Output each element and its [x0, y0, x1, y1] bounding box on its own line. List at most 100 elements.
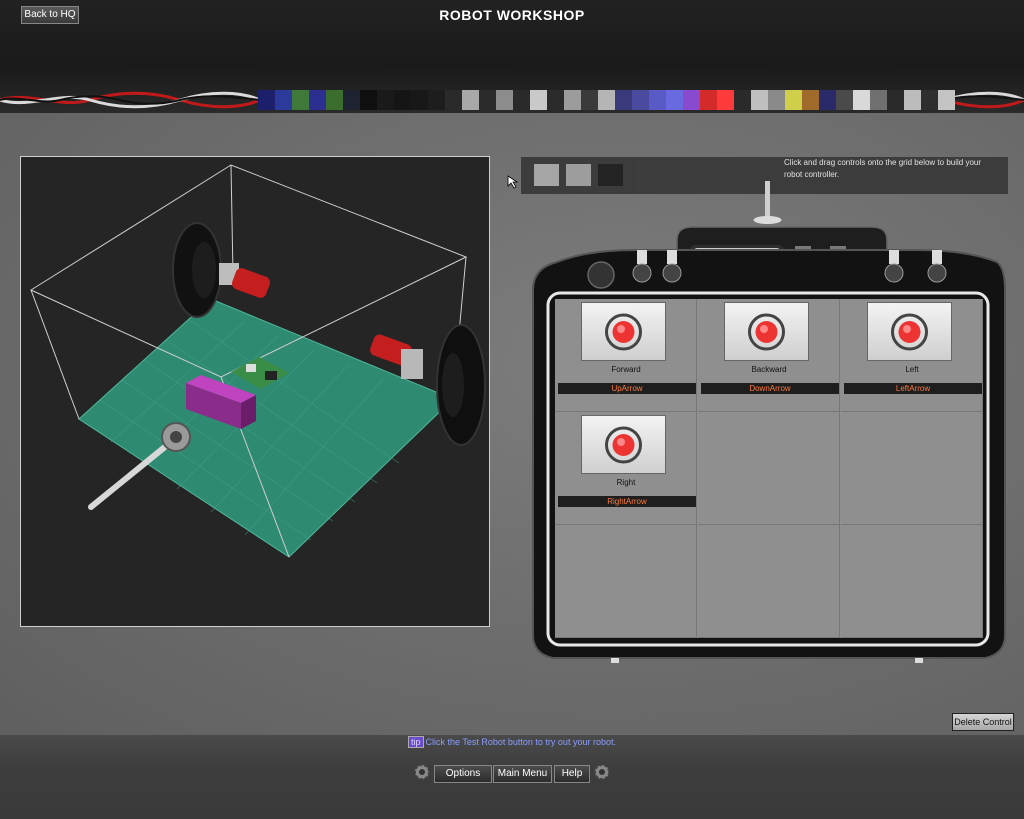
palette-swatch[interactable]	[581, 90, 590, 110]
palette-swatch[interactable]	[266, 90, 275, 110]
backward-control-button[interactable]	[724, 302, 809, 361]
palette-swatch[interactable]	[708, 90, 717, 110]
grid-cell[interactable]	[698, 412, 840, 525]
palette-swatch[interactable]	[317, 90, 326, 110]
palette-swatch[interactable]	[606, 90, 615, 110]
grid-cell[interactable]	[555, 525, 697, 638]
palette-swatch[interactable]	[521, 90, 530, 110]
palette-swatch[interactable]	[436, 90, 445, 110]
grid-cell[interactable]	[698, 525, 840, 638]
forward-control-button[interactable]	[581, 302, 666, 361]
palette-swatch[interactable]	[870, 90, 879, 110]
part-palette[interactable]	[258, 90, 955, 110]
palette-swatch[interactable]	[683, 90, 692, 110]
left-control-button[interactable]	[867, 302, 952, 361]
palette-swatch[interactable]	[674, 90, 683, 110]
grid-cell[interactable]: Right RightArrow	[555, 412, 697, 525]
palette-swatch[interactable]	[394, 90, 403, 110]
palette-swatch[interactable]	[623, 90, 632, 110]
palette-swatch[interactable]	[419, 90, 428, 110]
palette-swatch[interactable]	[700, 90, 709, 110]
palette-swatch[interactable]	[487, 90, 496, 110]
palette-swatch[interactable]	[844, 90, 853, 110]
grid-cell[interactable]	[841, 525, 983, 638]
palette-swatch[interactable]	[538, 90, 547, 110]
palette-swatch[interactable]	[717, 90, 726, 110]
palette-swatch[interactable]	[615, 90, 624, 110]
palette-swatch[interactable]	[368, 90, 377, 110]
palette-swatch[interactable]	[453, 90, 462, 110]
palette-swatch[interactable]	[904, 90, 913, 110]
palette-swatch[interactable]	[334, 90, 343, 110]
palette-swatch[interactable]	[632, 90, 641, 110]
options-button[interactable]: Options	[434, 765, 492, 783]
palette-swatch[interactable]	[751, 90, 760, 110]
palette-swatch[interactable]	[572, 90, 581, 110]
palette-swatch[interactable]	[836, 90, 845, 110]
palette-swatch[interactable]	[666, 90, 675, 110]
palette-swatch[interactable]	[283, 90, 292, 110]
palette-swatch[interactable]	[785, 90, 794, 110]
grid-cell[interactable]	[841, 412, 983, 525]
key-binding[interactable]: LeftArrow	[844, 383, 982, 394]
key-binding[interactable]: DownArrow	[701, 383, 839, 394]
palette-swatch[interactable]	[793, 90, 802, 110]
palette-swatch[interactable]	[649, 90, 658, 110]
palette-swatch[interactable]	[768, 90, 777, 110]
palette-swatch[interactable]	[929, 90, 938, 110]
palette-swatch[interactable]	[462, 90, 471, 110]
palette-swatch[interactable]	[547, 90, 556, 110]
right-control-button[interactable]	[581, 415, 666, 474]
palette-swatch[interactable]	[853, 90, 862, 110]
key-binding[interactable]: UpArrow	[558, 383, 696, 394]
palette-swatch[interactable]	[938, 90, 947, 110]
palette-swatch[interactable]	[326, 90, 335, 110]
palette-swatch[interactable]	[428, 90, 437, 110]
key-binding[interactable]: RightArrow	[558, 496, 696, 507]
palette-swatch[interactable]	[598, 90, 607, 110]
palette-swatch[interactable]	[725, 90, 734, 110]
palette-swatch[interactable]	[479, 90, 488, 110]
grid-cell[interactable]: Backward DownArrow	[698, 299, 840, 412]
palette-swatch[interactable]	[912, 90, 921, 110]
palette-swatch[interactable]	[445, 90, 454, 110]
palette-swatch[interactable]	[946, 90, 955, 110]
palette-swatch[interactable]	[878, 90, 887, 110]
grid-cell[interactable]: Forward UpArrow	[555, 299, 697, 412]
palette-swatch[interactable]	[351, 90, 360, 110]
palette-swatch[interactable]	[343, 90, 352, 110]
palette-swatch[interactable]	[802, 90, 811, 110]
palette-swatch[interactable]	[819, 90, 828, 110]
palette-swatch[interactable]	[742, 90, 751, 110]
palette-swatch[interactable]	[411, 90, 420, 110]
palette-swatch[interactable]	[309, 90, 318, 110]
palette-swatch[interactable]	[470, 90, 479, 110]
palette-swatch[interactable]	[657, 90, 666, 110]
palette-swatch[interactable]	[513, 90, 522, 110]
palette-swatch[interactable]	[258, 90, 267, 110]
palette-swatch[interactable]	[810, 90, 819, 110]
palette-swatch[interactable]	[827, 90, 836, 110]
palette-swatch[interactable]	[895, 90, 904, 110]
controller-grid[interactable]: Forward UpArrow Backward DownArrow Left …	[555, 299, 983, 638]
palette-swatch[interactable]	[734, 90, 743, 110]
palette-swatch[interactable]	[887, 90, 896, 110]
main-menu-button[interactable]: Main Menu	[493, 765, 552, 783]
palette-swatch[interactable]	[589, 90, 598, 110]
palette-swatch[interactable]	[377, 90, 386, 110]
help-button[interactable]: Help	[554, 765, 590, 783]
delete-control-button[interactable]: Delete Control	[952, 713, 1014, 731]
robot-3d-viewport[interactable]	[20, 156, 490, 627]
palette-swatch[interactable]	[275, 90, 284, 110]
palette-swatch[interactable]	[360, 90, 369, 110]
palette-swatch[interactable]	[300, 90, 309, 110]
palette-swatch[interactable]	[691, 90, 700, 110]
palette-swatch[interactable]	[921, 90, 930, 110]
palette-swatch[interactable]	[564, 90, 573, 110]
palette-swatch[interactable]	[292, 90, 301, 110]
palette-swatch[interactable]	[402, 90, 411, 110]
palette-swatch[interactable]	[504, 90, 513, 110]
grid-cell[interactable]: Left LeftArrow	[841, 299, 983, 412]
palette-swatch[interactable]	[385, 90, 394, 110]
palette-swatch[interactable]	[555, 90, 564, 110]
